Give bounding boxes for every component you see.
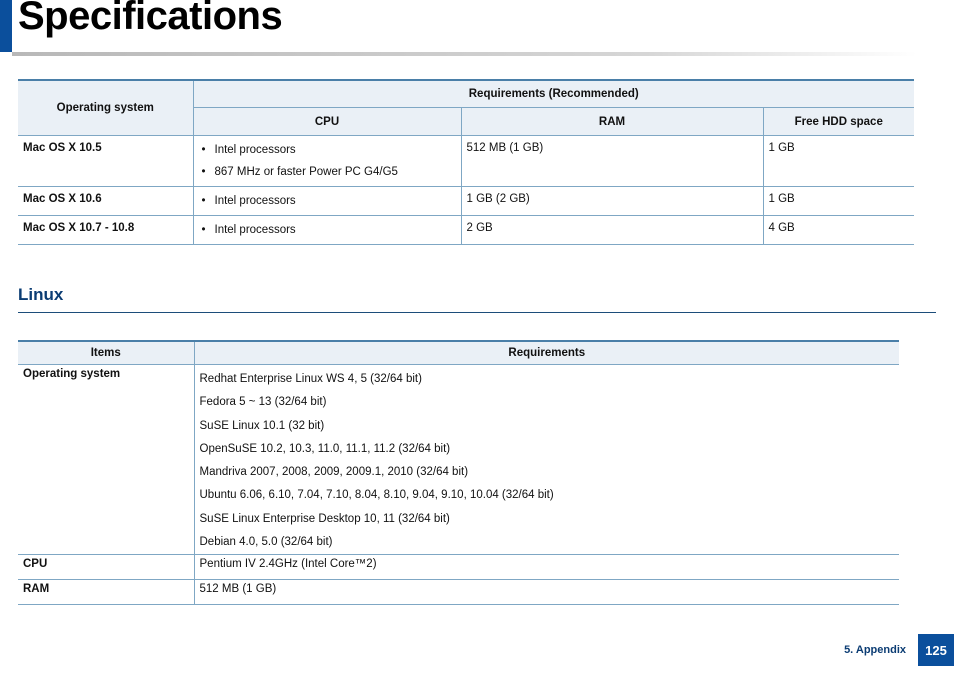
- os-list-item: Debian 4.0, 5.0 (32/64 bit): [199, 536, 333, 549]
- cpu-value-cell: Pentium IV 2.4GHz (Intel Core™2): [193, 554, 899, 581]
- title-underline: [12, 52, 917, 56]
- os-list-item: Mandriva 2007, 2008, 2009, 2009.1, 2010 …: [199, 466, 469, 479]
- os-list-cell: Redhat Enterprise Linux WS 4, 5 (32/64 b…: [193, 363, 899, 556]
- os-list-item: OpenSuSE 10.2, 10.3, 11.0, 11.1, 11.2 (3…: [199, 442, 451, 455]
- mac-requirements-table: Operating system Requirements (Recommend…: [18, 79, 914, 245]
- cpu-cell: Intel processors: [192, 186, 462, 216]
- os-list-item: Ubuntu 6.06, 6.10, 7.04, 7.10, 8.04, 8.1…: [199, 489, 554, 502]
- section-divider: [18, 312, 936, 313]
- table-row: Mac OS X 10.7 - 10.8 Intel processors 2 …: [18, 215, 914, 245]
- header-cpu: CPU: [193, 107, 462, 136]
- header-hdd: Free HDD space: [762, 107, 914, 136]
- cpu-item: Intel processors: [199, 222, 456, 244]
- ram-cell: 512 MB (1 GB): [460, 135, 764, 187]
- cpu-item: Intel processors: [199, 193, 456, 215]
- table-row: Mac OS X 10.5 Intel processors 867 MHz o…: [18, 135, 914, 187]
- ram-value-cell: 512 MB (1 GB): [193, 579, 899, 606]
- table-row: Mac OS X 10.6 Intel processors 1 GB (2 G…: [18, 186, 914, 216]
- table-row: RAM 512 MB (1 GB): [18, 579, 899, 606]
- header-requirements: Requirements (Recommended): [192, 79, 914, 108]
- linux-requirements-table: Items Requirements Operating system Redh…: [18, 340, 899, 606]
- hdd-cell: 1 GB: [762, 135, 914, 187]
- table-row: CPU Pentium IV 2.4GHz (Intel Core™2): [18, 554, 899, 581]
- cpu-item: 867 MHz or faster Power PC G4/G5: [199, 164, 456, 186]
- os-list-item: Redhat Enterprise Linux WS 4, 5 (32/64 b…: [199, 373, 422, 385]
- ram-label-cell: RAM: [18, 579, 195, 606]
- ram-cell: 1 GB (2 GB): [460, 186, 764, 216]
- footer-section-label: 5. Appendix: [844, 644, 906, 656]
- cpu-cell: Intel processors 867 MHz or faster Power…: [192, 135, 462, 187]
- header-requirements: Requirements: [193, 340, 899, 365]
- os-cell: Mac OS X 10.7 - 10.8: [18, 215, 194, 245]
- cpu-label-cell: CPU: [18, 554, 195, 581]
- cpu-cell: Intel processors: [192, 215, 462, 245]
- os-label-cell: Operating system: [18, 363, 195, 556]
- cpu-item: Intel processors: [199, 142, 456, 164]
- os-cell: Mac OS X 10.5: [18, 135, 194, 187]
- ram-cell: 2 GB: [460, 215, 764, 245]
- section-heading-linux: Linux: [18, 285, 64, 304]
- page-number-badge: 125: [918, 634, 954, 666]
- hdd-cell: 4 GB: [762, 215, 914, 245]
- os-list-item: Fedora 5 ~ 13 (32/64 bit): [199, 396, 327, 409]
- table-row: Operating system Redhat Enterprise Linux…: [18, 363, 899, 556]
- page-title: Specifications: [18, 0, 283, 38]
- header-operating-system: Operating system: [18, 79, 194, 136]
- os-cell: Mac OS X 10.6: [18, 186, 194, 216]
- os-list-item: SuSE Linux Enterprise Desktop 10, 11 (32…: [199, 512, 450, 525]
- os-list-item: SuSE Linux 10.1 (32 bit): [199, 419, 325, 432]
- header-ram: RAM: [460, 107, 764, 136]
- hdd-cell: 1 GB: [762, 186, 914, 216]
- header-items: Items: [18, 340, 195, 365]
- title-accent-bar: [0, 0, 12, 52]
